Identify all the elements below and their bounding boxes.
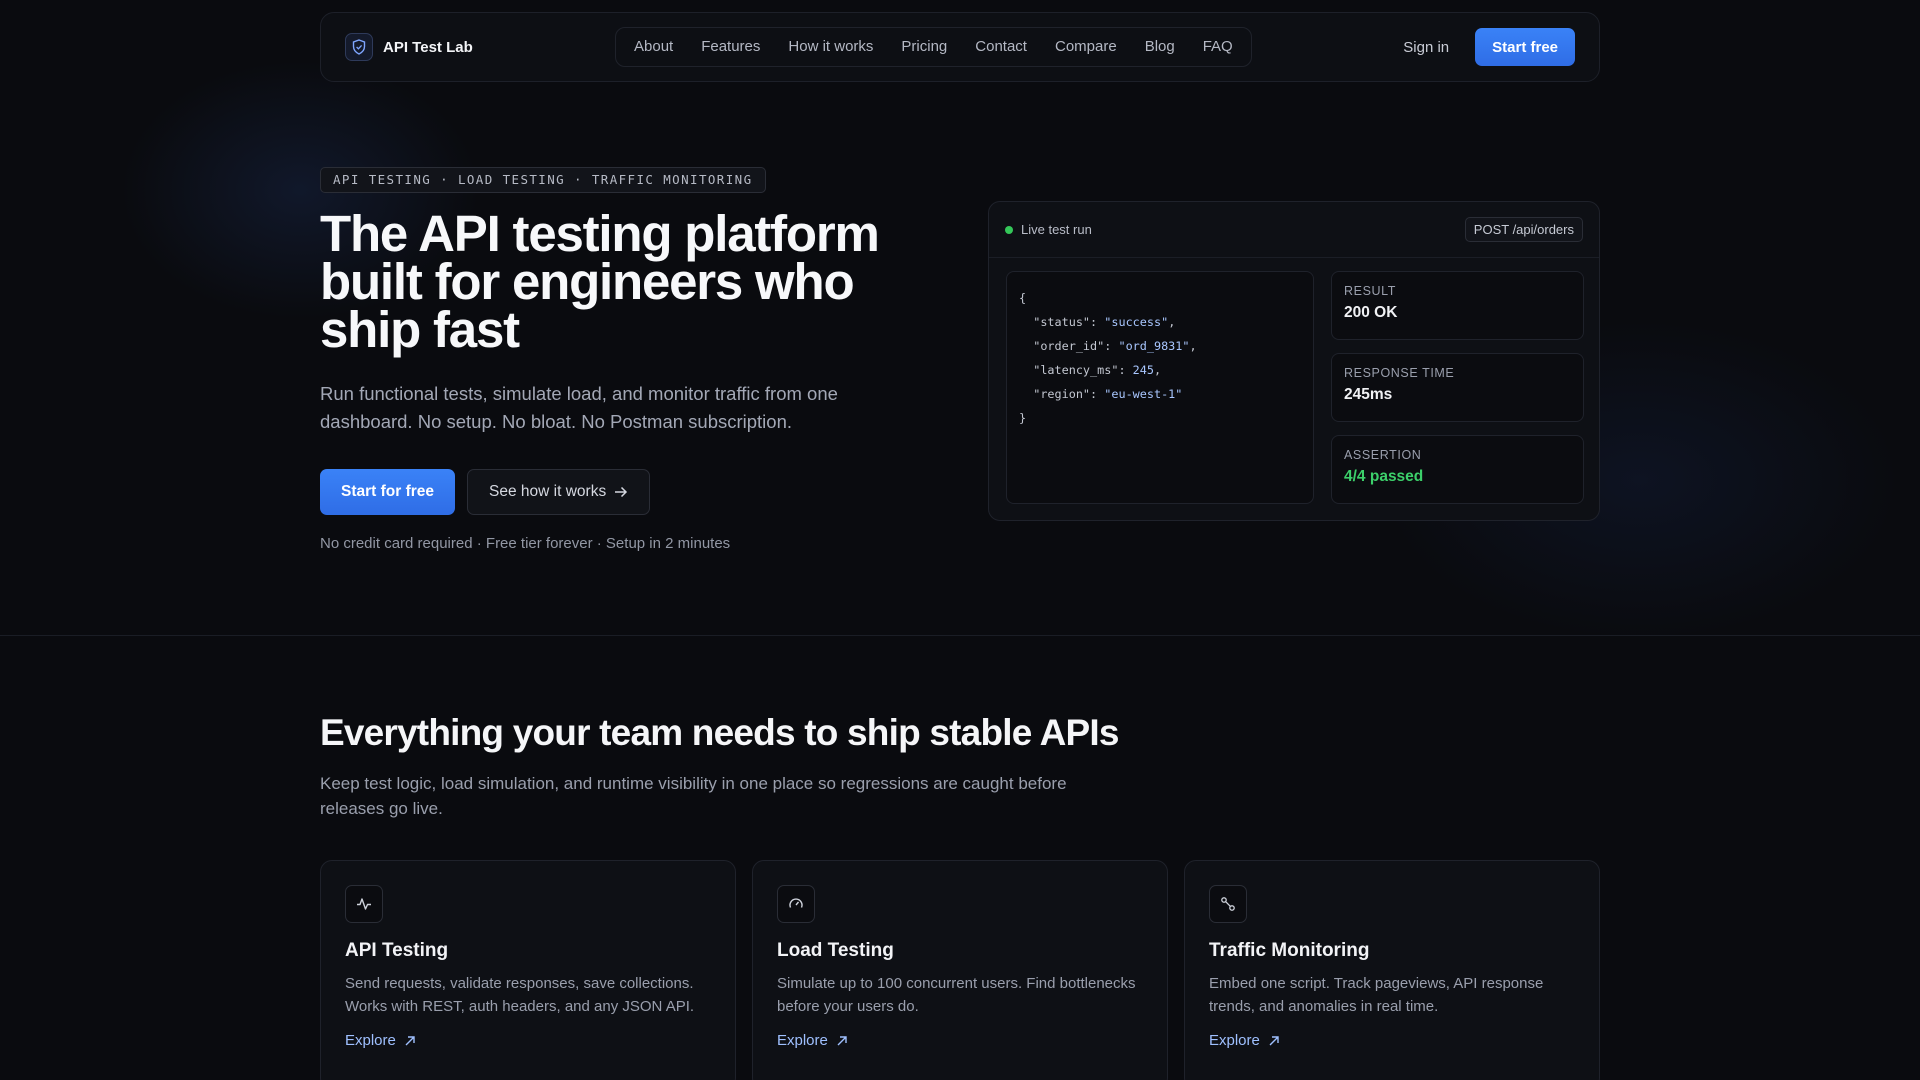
feature-card-api-testing: API Testing Send requests, validate resp…: [320, 860, 736, 1080]
gauge-icon: [777, 885, 815, 923]
json-close-brace: }: [1019, 411, 1027, 425]
metric-assertion: ASSERTION 4/4 passed: [1331, 435, 1584, 504]
live-test-label: Live test run: [1021, 222, 1092, 237]
sign-in-link[interactable]: Sign in: [1403, 39, 1449, 56]
arrow-up-right-icon: [1269, 1035, 1279, 1045]
hero-tagline-pill: API TESTING · LOAD TESTING · TRAFFIC MON…: [320, 167, 766, 193]
explore-label: Explore: [777, 1032, 828, 1049]
feature-description: Send requests, validate responses, save …: [345, 975, 695, 1015]
see-how-it-works-label: See how it works: [489, 483, 607, 500]
route-icon: [1209, 885, 1247, 923]
features-title: Everything your team needs to ship stabl…: [320, 712, 1119, 753]
hero-actions: Start for free See how it works: [320, 469, 651, 515]
explore-label: Explore: [1209, 1032, 1260, 1049]
top-navbar: API Test Lab About Features How it works…: [320, 12, 1600, 82]
metric-label: RESULT: [1344, 284, 1396, 298]
metric-result: RESULT 200 OK: [1331, 271, 1584, 340]
endpoint-badge: POST /api/orders: [1464, 217, 1583, 242]
feature-description: Simulate up to 100 concurrent users. Fin…: [777, 975, 1136, 1015]
hero-subtitle: Run functional tests, simulate load, and…: [320, 383, 838, 432]
explore-label: Explore: [345, 1032, 396, 1049]
nav-link-faq[interactable]: FAQ: [1189, 27, 1247, 67]
metric-value: 200 OK: [1344, 304, 1398, 321]
json-line: "status": "success",: [1033, 315, 1176, 329]
metric-label: ASSERTION: [1344, 448, 1422, 462]
json-line: "order_id": "ord_9831",: [1033, 339, 1197, 353]
nav-link-pricing[interactable]: Pricing: [887, 27, 961, 67]
metric-response-time: RESPONSE TIME 245ms: [1331, 353, 1584, 422]
json-line: "region": "eu-west-1": [1033, 387, 1183, 401]
metric-label: RESPONSE TIME: [1344, 366, 1455, 380]
arrow-up-right-icon: [405, 1035, 415, 1045]
nav-link-blog[interactable]: Blog: [1131, 27, 1189, 67]
feature-card-traffic-monitoring: Traffic Monitoring Embed one script. Tra…: [1184, 860, 1600, 1080]
feature-description: Embed one script. Track pageviews, API r…: [1209, 975, 1544, 1015]
brand[interactable]: API Test Lab: [345, 33, 615, 61]
see-how-it-works-button[interactable]: See how it works: [467, 469, 651, 515]
arrow-up-right-icon: [837, 1035, 847, 1045]
section-divider: [0, 635, 1920, 636]
explore-link-api-testing[interactable]: Explore: [345, 1032, 711, 1049]
feature-title: Load Testing: [777, 940, 894, 961]
arrow-right-icon: [615, 486, 628, 498]
live-card-header: Live test run POST /api/orders: [989, 202, 1599, 258]
metric-value: 245ms: [1344, 386, 1393, 403]
nav-link-compare[interactable]: Compare: [1041, 27, 1131, 67]
start-for-free-button[interactable]: Start for free: [320, 469, 456, 515]
nav-link-how-it-works[interactable]: How it works: [774, 27, 887, 67]
live-test-run-card: Live test run POST /api/orders { "status…: [988, 201, 1600, 521]
nav-link-features[interactable]: Features: [687, 27, 774, 67]
nav-links: About Features How it works Pricing Cont…: [615, 27, 1252, 67]
explore-link-load-testing[interactable]: Explore: [777, 1032, 1143, 1049]
hero-note: No credit card required · Free tier fore…: [320, 535, 731, 552]
metric-value: 4/4 passed: [1344, 468, 1424, 485]
live-status-dot: [1005, 225, 1013, 234]
nav-actions: Sign in Start free: [1403, 28, 1575, 66]
nav-link-contact[interactable]: Contact: [961, 27, 1041, 67]
response-json-block: { "status": "success", "order_id": "ord_…: [1006, 271, 1314, 504]
feature-title: Traffic Monitoring: [1209, 940, 1370, 961]
json-line: "latency_ms": 245,: [1033, 363, 1162, 377]
start-free-button[interactable]: Start free: [1475, 28, 1575, 66]
explore-link-traffic-monitoring[interactable]: Explore: [1209, 1032, 1575, 1049]
hero-title: The API testing platform built for engin…: [320, 205, 880, 358]
activity-icon: [345, 885, 383, 923]
feature-title: API Testing: [345, 940, 449, 961]
json-open-brace: {: [1019, 291, 1027, 305]
features-subtitle: Keep test logic, load simulation, and ru…: [320, 774, 1067, 818]
nav-link-about[interactable]: About: [620, 27, 687, 67]
shield-logo-icon: [345, 33, 373, 61]
feature-card-load-testing: Load Testing Simulate up to 100 concurre…: [752, 860, 1168, 1080]
brand-name: API Test Lab: [383, 38, 473, 56]
